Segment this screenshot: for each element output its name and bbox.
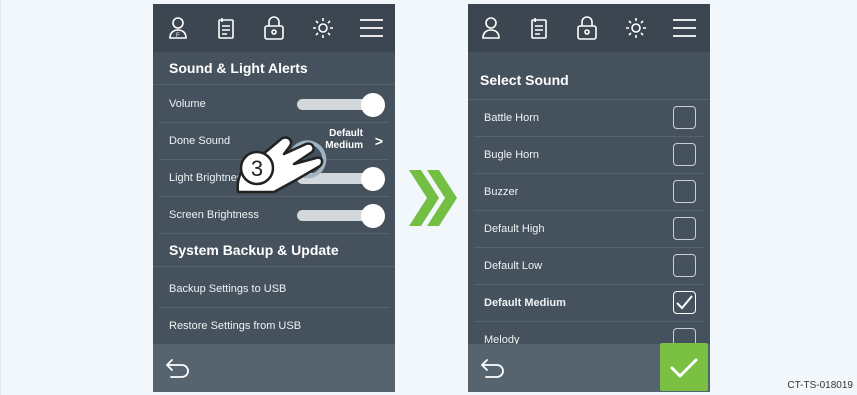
sound-option-row[interactable]: Default Medium (474, 285, 704, 322)
sound-option-label: Default High (484, 223, 545, 235)
sound-option-row[interactable]: Default High (474, 211, 704, 248)
svg-text:F: F (176, 33, 180, 39)
restore-label: Restore Settings from USB (169, 320, 302, 332)
sound-option-row[interactable]: Default Low (474, 248, 704, 285)
section-title: Sound & Light Alerts (169, 60, 308, 76)
sound-option-label: Default Medium (484, 297, 566, 309)
lock-icon[interactable] (575, 16, 599, 40)
volume-slider-knob[interactable] (361, 93, 385, 117)
sound-option-row[interactable]: Bugle Horn (474, 137, 704, 174)
sound-option-label: Bugle Horn (484, 149, 540, 161)
section-title: System Backup & Update (169, 242, 339, 258)
figure-caption: CT-TS-018019 (787, 380, 853, 391)
checkbox[interactable] (673, 180, 696, 203)
brightness-icon[interactable] (624, 16, 648, 40)
notes-icon[interactable] (214, 16, 238, 40)
screen-brightness-label: Screen Brightness (169, 209, 259, 221)
sound-option-row[interactable]: Battle Horn (474, 100, 704, 137)
bottom-bar (153, 344, 395, 392)
confirm-button[interactable] (660, 343, 708, 391)
light-brightness-slider-knob[interactable] (361, 167, 385, 191)
next-step-arrow-icon (409, 170, 457, 226)
checkmark-icon (676, 295, 693, 310)
menu-icon[interactable] (359, 16, 383, 40)
notes-icon[interactable] (527, 16, 551, 40)
settings-screen: F Sound & Light Alerts Volume Done Sound… (153, 4, 395, 392)
user-icon[interactable] (480, 16, 504, 40)
screen-brightness-row: Screen Brightness (159, 197, 389, 234)
select-sound-screen: Select Sound Battle Horn Bugle Horn Buzzer… (468, 4, 710, 392)
top-toolbar (468, 4, 710, 52)
user-icon[interactable]: F (167, 16, 191, 40)
sound-option-label: Buzzer (484, 186, 519, 198)
sound-option-label: Default Low (484, 260, 543, 272)
restore-row[interactable]: Restore Settings from USB (159, 308, 389, 345)
checkbox[interactable] (673, 217, 696, 240)
back-arrow-icon[interactable] (480, 356, 506, 380)
volume-row: Volume (159, 86, 389, 123)
backup-row[interactable]: Backup Settings to USB (159, 271, 389, 308)
select-sound-header: Select Sound (468, 52, 710, 100)
menu-icon[interactable] (672, 16, 696, 40)
section-system-backup: System Backup & Update (153, 234, 395, 267)
lock-icon[interactable] (262, 16, 286, 40)
checkbox[interactable] (673, 143, 696, 166)
back-arrow-icon[interactable] (165, 356, 191, 380)
checkbox[interactable] (673, 106, 696, 129)
sound-option-label: Battle Horn (484, 112, 540, 124)
chevron-right-icon[interactable]: > (375, 133, 383, 149)
volume-label: Volume (169, 98, 206, 110)
tap-gesture-overlay: 3 (236, 136, 327, 194)
brightness-icon[interactable] (311, 16, 335, 40)
checkbox[interactable] (673, 254, 696, 277)
checkmark-icon (670, 358, 698, 378)
bottom-bar (468, 343, 710, 392)
checkbox-checked[interactable] (673, 291, 696, 314)
sound-option-row[interactable]: Buzzer (474, 174, 704, 211)
screen-title: Select Sound (480, 72, 569, 88)
screen-brightness-slider-knob[interactable] (361, 204, 385, 228)
backup-label: Backup Settings to USB (169, 283, 287, 295)
section-sound-light: Sound & Light Alerts (153, 52, 395, 85)
top-toolbar: F (153, 4, 395, 52)
done-sound-label: Done Sound (169, 135, 231, 147)
step-number: 3 (251, 156, 263, 181)
